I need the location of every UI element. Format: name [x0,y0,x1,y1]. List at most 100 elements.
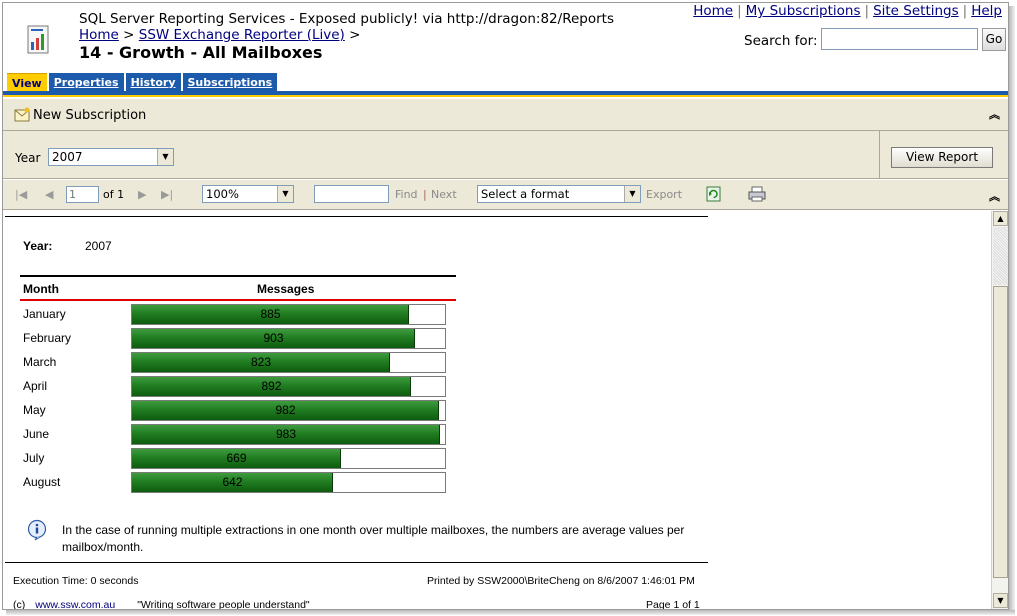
table-row: February 903 [3,327,463,351]
tab-bar: View Properties History Subscriptions [7,73,279,92]
month-cell: April [23,379,48,393]
execution-time: Execution Time: 0 seconds [13,575,139,587]
my-subscriptions-link[interactable]: My Subscriptions [746,3,861,19]
copyright-symbol: (c) [13,599,26,609]
breadcrumb-folder-link[interactable]: SSW Exchange Reporter (Live) [139,27,345,43]
year-param-value: 2007 [52,150,83,164]
message-bar-track: 669 [131,448,446,469]
footer-page-count: Page 1 of 1 [646,599,700,609]
message-bar-track: 982 [131,400,446,421]
scrollbar-thumb[interactable] [993,286,1008,578]
report-year-value: 2007 [85,239,112,253]
breadcrumb-home-link[interactable]: Home [79,27,119,43]
message-value: 903 [263,331,284,345]
month-cell: February [23,331,72,345]
scroll-down-icon[interactable]: ▼ [993,593,1008,608]
tab-properties[interactable]: Properties [48,73,124,92]
message-value: 982 [275,403,296,417]
page-number-input[interactable]: 1 [66,186,99,203]
app-title: SQL Server Reporting Services - Exposed … [79,11,614,27]
website-link[interactable]: www.ssw.com.au [35,599,115,609]
year-param-select[interactable]: 2007 ▼ [48,148,174,166]
first-page-icon[interactable]: |◀ [15,188,27,201]
message-value: 642 [222,475,243,489]
printed-by: Printed by SSW2000\BriteCheng on 8/6/200… [427,575,695,587]
scroll-up-icon[interactable]: ▲ [993,211,1008,226]
find-link[interactable]: Find [395,188,418,201]
home-link[interactable]: Home [693,3,733,19]
find-next-link[interactable]: Next [431,188,457,201]
search-label: Search for: [744,33,818,49]
header: SQL Server Reporting Services - Exposed … [3,3,1008,73]
report-toolbar: |◀ ◀ 1 of 1 ▶ ▶| 100% ▼ Find | Next Sele… [3,180,1008,210]
message-bar-track: 983 [131,424,446,445]
message-bar-track: 885 [131,304,446,325]
chevron-down-icon: ▼ [277,186,293,202]
next-page-icon[interactable]: ▶ [138,188,146,201]
message-bar-track: 903 [131,328,446,349]
search-input[interactable] [821,28,978,50]
collapse-chevrons-icon[interactable]: ︽ [989,191,1000,202]
collapse-chevrons-icon[interactable]: ︽ [989,109,1000,120]
view-report-button[interactable]: View Report [891,147,993,168]
page-title: 14 - Growth - All Mailboxes [79,43,323,62]
table-row: March 823 [3,351,463,375]
help-link[interactable]: Help [971,3,1002,19]
print-icon[interactable] [748,186,766,202]
message-bar-track: 823 [131,352,446,373]
parameter-area: Year 2007 ▼ View Report [3,131,1008,179]
message-value: 885 [260,307,281,321]
export-format-value: Select a format [481,187,570,201]
table-row: August 642 [3,471,463,495]
tab-view[interactable]: View [7,73,47,92]
report-app-icon [27,25,49,54]
month-cell: June [23,427,50,441]
month-cell: July [23,451,45,465]
message-value: 823 [250,355,272,369]
export-link[interactable]: Export [646,188,682,201]
zoom-value: 100% [206,187,239,201]
new-subscription-link[interactable]: New Subscription [33,108,146,123]
message-value: 983 [275,427,297,441]
footer-copyright: (c) www.ssw.com.au "Writing software peopl… [13,599,310,609]
message-bar-track: 642 [131,472,446,493]
report-note: In the case of running multiple extracti… [62,523,685,554]
last-page-icon[interactable]: ▶| [161,188,173,201]
tagline: "Writing software people understand" [137,599,310,609]
column-header-month: Month [23,282,59,296]
year-param-label: Year [15,151,41,165]
message-value: 669 [226,451,247,465]
zoom-select[interactable]: 100% ▼ [202,185,294,203]
month-cell: January [23,307,66,321]
column-header-messages: Messages [257,282,315,296]
breadcrumb-separator: > [123,27,135,43]
vertical-scrollbar[interactable]: ▲ ▼ [991,211,1008,609]
breadcrumb: Home > SSW Exchange Reporter (Live) > [79,27,360,43]
export-format-select[interactable]: Select a format ▼ [477,185,641,203]
site-settings-link[interactable]: Site Settings [873,3,959,19]
message-value: 892 [261,379,282,393]
table-row: April 892 [3,375,463,399]
tab-accent-bar [3,95,1008,97]
go-button[interactable]: Go [982,28,1006,51]
month-cell: May [23,403,46,417]
previous-page-icon[interactable]: ◀ [45,188,53,201]
subscription-bar: New Subscription ︽ [3,99,1008,131]
find-separator: | [423,188,427,201]
find-input[interactable] [314,185,389,203]
month-cell: March [23,355,57,369]
table-row: May 982 [3,399,463,423]
tab-subscriptions[interactable]: Subscriptions [182,73,278,92]
message-bar-track: 892 [131,376,446,397]
tab-history[interactable]: History [125,73,181,92]
new-subscription-icon [14,107,30,122]
breadcrumb-separator: > [349,27,361,43]
info-icon [27,519,47,541]
table-row: June 983 [3,423,463,447]
table-row: July 669 [3,447,463,471]
chevron-down-icon: ▼ [157,149,173,165]
refresh-icon[interactable] [706,186,721,202]
report-body: Year: 2007 Month Messages January 885 Febr… [3,211,991,609]
top-links: Home | My Subscriptions | Site Settings | Help [693,3,1002,19]
month-cell: August [23,475,61,489]
